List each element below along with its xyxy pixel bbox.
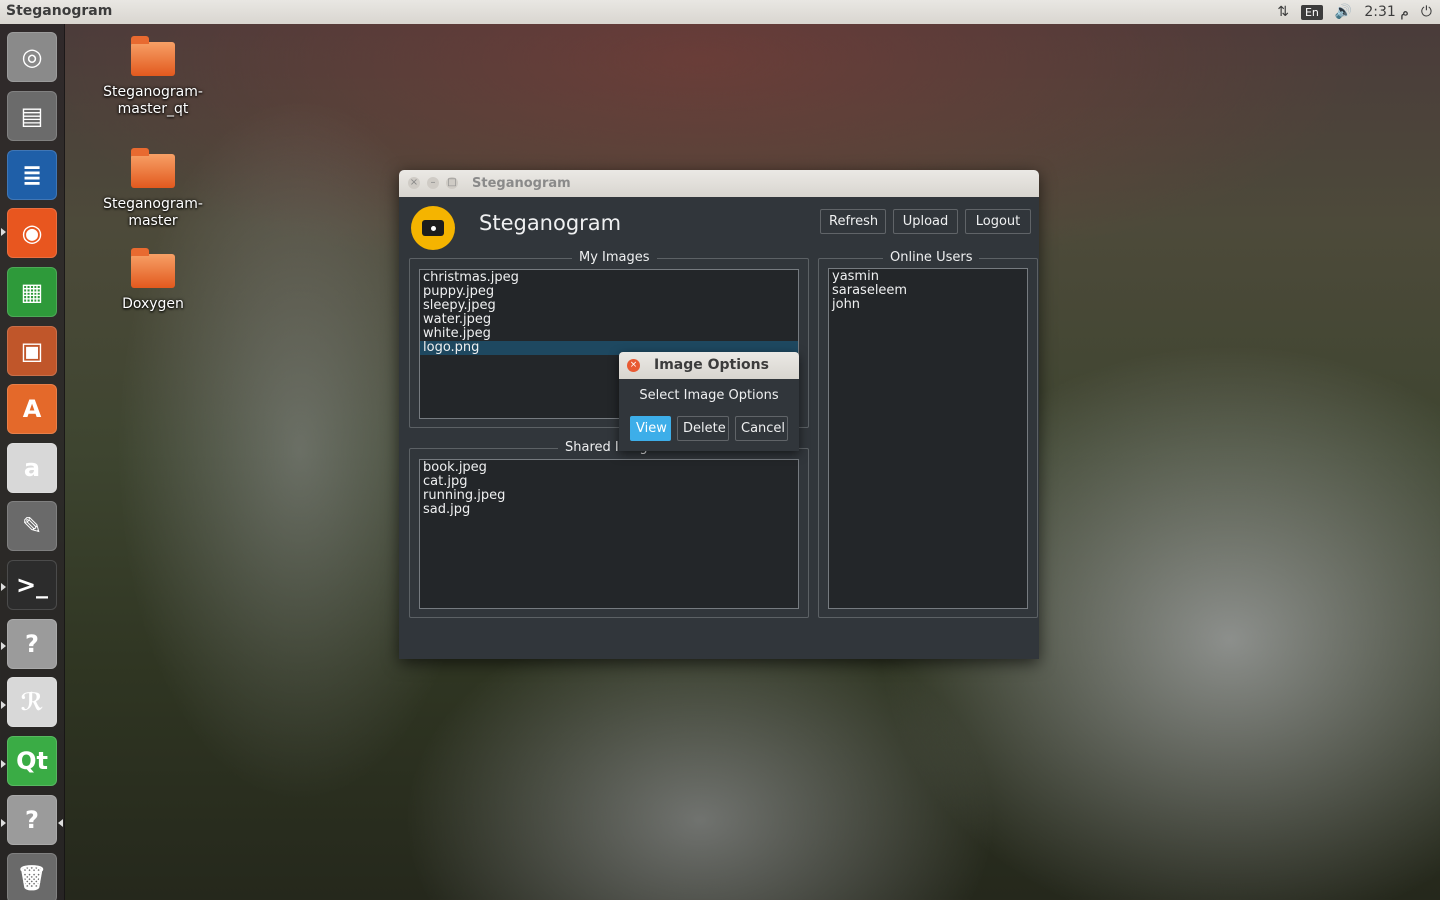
desktop-folder-steganogram-master-qt[interactable]: Steganogram-master_qt bbox=[93, 36, 213, 118]
running-indicator bbox=[1, 819, 6, 827]
list-item[interactable]: cat.jpg bbox=[420, 475, 798, 489]
minimize-icon[interactable]: – bbox=[427, 177, 439, 189]
folder-icon bbox=[131, 148, 175, 188]
focused-indicator bbox=[58, 819, 63, 827]
clock[interactable]: م 2:31 bbox=[1364, 4, 1409, 20]
ubuntu-dash-icon[interactable]: ◎ bbox=[7, 32, 57, 82]
active-app-title: Steganogram bbox=[6, 3, 113, 19]
dialog-titlebar[interactable]: × Image Options bbox=[619, 352, 799, 379]
desktop-folder-doxygen[interactable]: Doxygen bbox=[93, 248, 213, 313]
window-title: Steganogram bbox=[472, 176, 571, 191]
logout-button[interactable]: Logout bbox=[965, 209, 1031, 234]
network-icon[interactable]: ⇅ bbox=[1277, 4, 1289, 20]
refresh-button[interactable]: Refresh bbox=[820, 209, 886, 234]
shared-images-list[interactable]: book.jpeg cat.jpg running.jpeg sad.jpg bbox=[419, 459, 799, 609]
desktop-icon-label: Doxygen bbox=[122, 296, 184, 312]
files-icon[interactable]: ▤ bbox=[7, 91, 57, 141]
dialog-title: Image Options bbox=[654, 357, 769, 373]
window-titlebar[interactable]: × – □ Steganogram bbox=[399, 170, 1039, 197]
trash-icon[interactable]: 🗑 bbox=[7, 853, 57, 900]
close-icon[interactable]: × bbox=[408, 177, 420, 189]
online-users-group: Online Users yasmin saraseleem john bbox=[818, 250, 1038, 618]
indicator-area: ⇅ En 🔊 م 2:31 ⏻ bbox=[1277, 2, 1432, 22]
list-item[interactable]: christmas.jpeg bbox=[420, 271, 798, 285]
my-images-title: My Images bbox=[572, 250, 657, 265]
libreoffice-writer-icon[interactable]: ≣ bbox=[7, 150, 57, 200]
list-item[interactable]: sleepy.jpeg bbox=[420, 299, 798, 313]
delete-button[interactable]: Delete bbox=[677, 416, 729, 441]
desktop-icon-label: Steganogram-master bbox=[103, 196, 203, 229]
list-item[interactable]: john bbox=[829, 298, 1027, 312]
camera-logo-icon bbox=[411, 206, 455, 250]
running-indicator bbox=[1, 583, 6, 591]
running-indicator bbox=[1, 228, 6, 236]
upload-button[interactable]: Upload bbox=[893, 209, 958, 234]
list-item[interactable]: white.jpeg bbox=[420, 327, 798, 341]
libreoffice-impress-icon[interactable]: ▣ bbox=[7, 326, 57, 376]
maximize-icon[interactable]: □ bbox=[446, 177, 458, 189]
volume-icon[interactable]: 🔊 bbox=[1335, 4, 1352, 20]
power-icon[interactable]: ⏻ bbox=[1421, 4, 1432, 20]
image-options-dialog: × Image Options Select Image Options Vie… bbox=[619, 352, 799, 451]
libreoffice-calc-icon[interactable]: ▦ bbox=[7, 267, 57, 317]
list-item[interactable]: water.jpeg bbox=[420, 313, 798, 327]
list-item[interactable]: book.jpeg bbox=[420, 461, 798, 475]
view-button[interactable]: View bbox=[630, 416, 671, 441]
list-item[interactable]: sad.jpg bbox=[420, 503, 798, 517]
cancel-button[interactable]: Cancel bbox=[735, 416, 788, 441]
online-users-list[interactable]: yasmin saraseleem john bbox=[828, 268, 1028, 609]
acrobat-reader-icon[interactable]: ℛ bbox=[7, 677, 57, 727]
folder-icon bbox=[131, 36, 175, 76]
shared-images-group: Shared Images book.jpeg cat.jpg running.jp… bbox=[409, 440, 809, 618]
desktop-folder-steganogram-master[interactable]: Steganogram-master bbox=[93, 148, 213, 230]
list-item[interactable]: saraseleem bbox=[829, 284, 1027, 298]
list-item[interactable]: yasmin bbox=[829, 270, 1027, 284]
folder-icon bbox=[131, 248, 175, 288]
dialog-message: Select Image Options bbox=[639, 388, 779, 403]
system-settings-icon[interactable]: ✎ bbox=[7, 501, 57, 551]
running-indicator bbox=[1, 701, 6, 709]
launcher: ◎ ▤ ≣ ◉ ▦ ▣ Aa ✎ >_? ℛ Qt? 🗑 bbox=[0, 24, 65, 900]
running-indicator bbox=[1, 760, 6, 768]
close-icon[interactable]: × bbox=[627, 359, 640, 372]
software-center-icon[interactable]: A bbox=[7, 384, 57, 434]
list-item[interactable]: running.jpeg bbox=[420, 489, 798, 503]
qt-creator-icon[interactable]: Qt bbox=[7, 736, 57, 786]
online-users-title: Online Users bbox=[883, 250, 980, 265]
desktop-icon-label: Steganogram-master_qt bbox=[103, 84, 203, 117]
top-panel: Steganogram ⇅ En 🔊 م 2:31 ⏻ bbox=[0, 0, 1440, 24]
firefox-icon[interactable]: ◉ bbox=[7, 208, 57, 258]
list-item[interactable]: puppy.jpeg bbox=[420, 285, 798, 299]
unknown-app-icon[interactable]: ? bbox=[7, 795, 57, 845]
terminal-icon[interactable]: >_ bbox=[7, 560, 57, 610]
app-heading: Steganogram bbox=[479, 211, 622, 235]
running-indicator bbox=[1, 642, 6, 650]
amazon-icon[interactable]: a bbox=[7, 443, 57, 493]
keyboard-layout-indicator[interactable]: En bbox=[1300, 4, 1323, 20]
unknown-app-icon[interactable]: ? bbox=[7, 619, 57, 669]
